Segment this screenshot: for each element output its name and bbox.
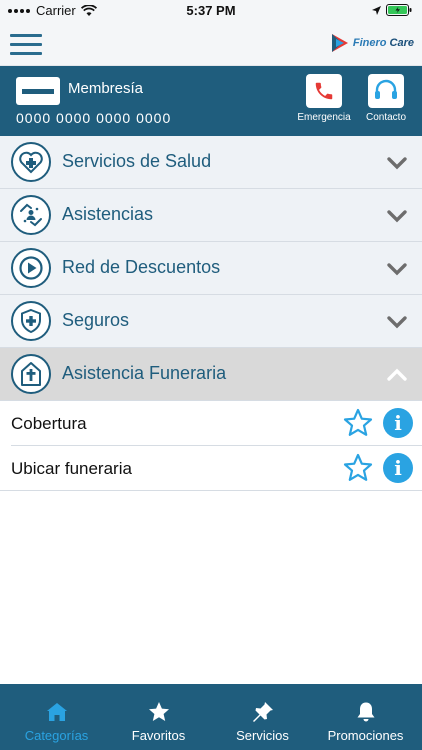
emergency-label: Emergencia	[297, 112, 351, 123]
tab-label: Favoritos	[131, 728, 186, 743]
category-servicios-de-salud[interactable]: Servicios de Salud	[0, 136, 422, 189]
tab-label: Servicios	[236, 728, 289, 743]
hands-assist-icon	[11, 195, 51, 235]
location-arrow-icon	[372, 5, 381, 15]
headset-icon	[375, 79, 397, 99]
category-asistencias[interactable]: Asistencias	[0, 189, 422, 242]
app-logo: Finero Care	[330, 32, 414, 54]
chevron-down-icon	[387, 263, 407, 276]
tab-label: Promociones	[327, 728, 404, 743]
list-item-ubicar-funeraria[interactable]: Ubicar funeraria i	[0, 446, 422, 491]
star-outline-icon[interactable]	[342, 452, 374, 484]
list-item-cobertura[interactable]: Cobertura i	[0, 401, 422, 446]
chevron-down-icon	[387, 316, 407, 329]
bell-icon	[357, 702, 374, 722]
list-item-label: Ubicar funeraria	[11, 459, 132, 478]
category-seguros[interactable]: Seguros	[0, 295, 422, 348]
list-item-label: Cobertura	[11, 414, 87, 433]
membership-title: Membresía	[68, 80, 144, 97]
star-icon	[148, 702, 169, 721]
chevron-down-icon	[387, 157, 407, 170]
tab-label: Categorías	[24, 728, 89, 743]
home-icon	[46, 703, 67, 721]
tab-promociones[interactable]: Promociones	[313, 684, 418, 750]
app-header: Finero Care	[0, 22, 422, 66]
info-icon[interactable]: i	[383, 453, 413, 483]
membership-card-icon	[16, 77, 60, 105]
membership-banner: Membresía 0000 0000 0000 0000 Emergencia…	[0, 66, 422, 136]
category-asistencia-funeraria[interactable]: Asistencia Funeraria	[0, 348, 422, 401]
battery-charging-icon	[386, 4, 412, 16]
status-bar: Carrier 5:37 PM	[0, 0, 422, 22]
chevron-down-icon	[387, 210, 407, 223]
category-label: Servicios de Salud	[62, 151, 212, 171]
star-outline-icon[interactable]	[342, 407, 374, 439]
divider	[0, 490, 422, 491]
category-label: Red de Descuentos	[62, 257, 221, 277]
membership-number: 0000 0000 0000 0000	[16, 110, 172, 126]
tab-bar: Categorías Favoritos Servicios Promocion…	[0, 684, 422, 750]
logo-name: Finero	[352, 37, 387, 49]
tab-favoritos[interactable]: Favoritos	[106, 684, 211, 750]
play-circle-icon	[11, 248, 51, 288]
tab-servicios[interactable]: Servicios	[210, 684, 315, 750]
heart-plus-icon	[11, 142, 51, 182]
tab-categorias[interactable]: Categorías	[4, 684, 109, 750]
category-label: Seguros	[62, 310, 130, 330]
contact-button[interactable]: Contacto	[356, 74, 416, 123]
category-red-de-descuentos[interactable]: Red de Descuentos	[0, 242, 422, 295]
chevron-up-icon	[387, 368, 407, 381]
logo-mark-icon	[331, 34, 348, 52]
status-time: 5:37 PM	[186, 3, 236, 18]
menu-icon[interactable]	[10, 34, 42, 56]
logo-suffix: Care	[389, 37, 414, 49]
shield-plus-icon	[11, 301, 51, 341]
phone-icon	[315, 82, 333, 100]
info-icon[interactable]: i	[383, 408, 413, 438]
category-label: Asistencias	[62, 204, 154, 224]
category-label: Asistencia Funeraria	[62, 363, 227, 383]
pin-icon	[252, 702, 273, 722]
chapel-cross-icon	[11, 354, 51, 394]
emergency-button[interactable]: Emergencia	[294, 74, 354, 123]
contact-label: Contacto	[365, 112, 407, 123]
